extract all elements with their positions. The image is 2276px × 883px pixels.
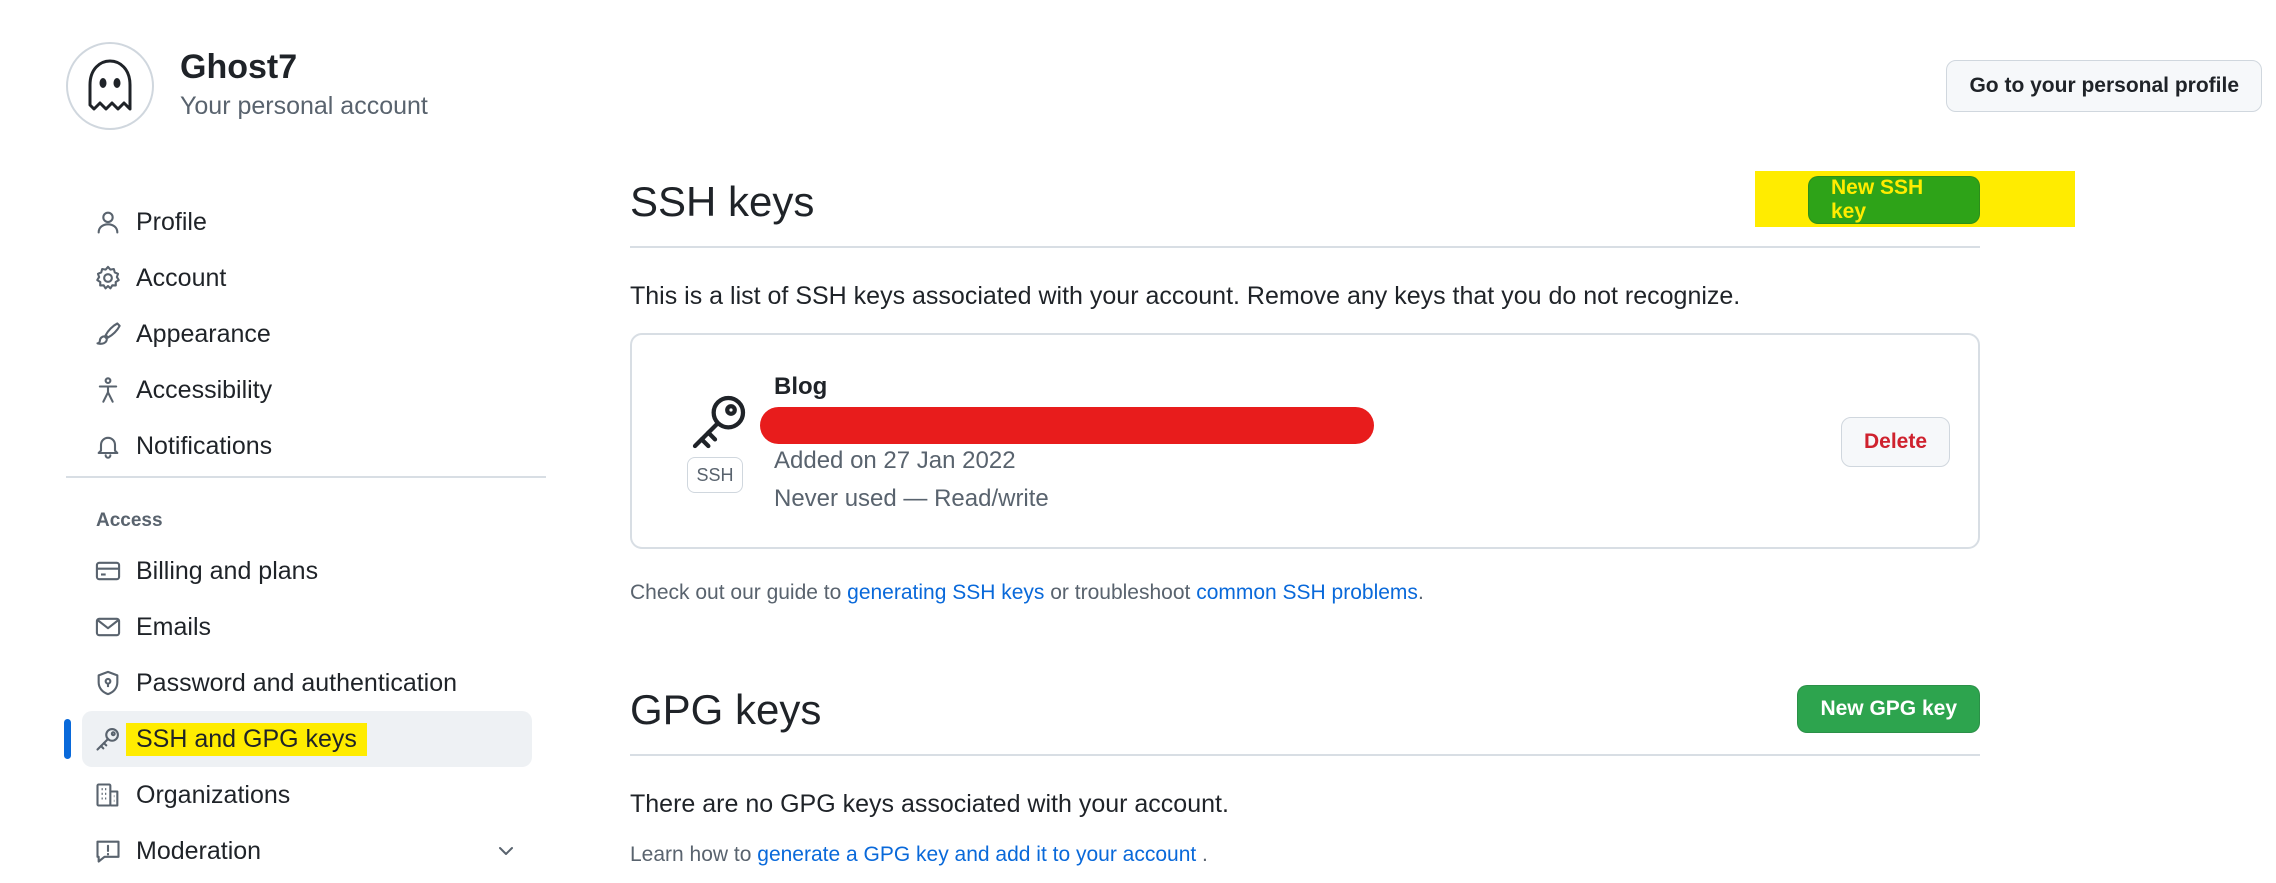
go-to-profile-button[interactable]: Go to your personal profile <box>1946 60 2262 112</box>
sidebar-item-accessibility[interactable]: Accessibility <box>82 362 530 418</box>
gear-icon <box>94 264 122 292</box>
ssh-key-title: Blog <box>774 373 828 400</box>
account-name: Ghost7 <box>180 48 298 86</box>
gpg-help-suffix: . <box>1196 843 1208 866</box>
account-subtitle: Your personal account <box>180 92 428 120</box>
sidebar-item-label: Profile <box>136 207 207 236</box>
sidebar-item-label: Emails <box>136 612 212 641</box>
sidebar-item-label: Accessibility <box>136 375 273 404</box>
organization-icon <box>94 781 122 809</box>
sidebar-item-account[interactable]: Account <box>82 250 530 306</box>
gpg-section-title: GPG keys <box>630 686 822 733</box>
ghost-icon <box>88 59 132 111</box>
ssh-description: This is a list of SSH keys associated wi… <box>630 282 1741 310</box>
ssh-section-divider <box>630 246 1980 248</box>
ssh-badge: SSH <box>687 457 743 493</box>
sidebar-item-label: Password and authentication <box>136 668 458 697</box>
ssh-key-usage: Never used — Read/write <box>774 485 1049 512</box>
chevron-down-icon[interactable] <box>494 839 518 863</box>
delete-ssh-key-button[interactable]: Delete <box>1840 417 1950 467</box>
ssh-key-added-date: Added on 27 Jan 2022 <box>774 447 1016 474</box>
key-icon <box>94 725 122 753</box>
sidebar-item-ssh-gpg-keys[interactable]: SSH and GPG keys <box>82 711 532 767</box>
ssh-help-text: Check out our guide to generating SSH ke… <box>630 581 1424 605</box>
gpg-help-prefix: Learn how to <box>630 843 758 866</box>
sidebar-item-label: Organizations <box>136 780 291 809</box>
sidebar-item-billing[interactable]: Billing and plans <box>82 543 530 599</box>
avatar[interactable] <box>66 42 154 130</box>
new-gpg-key-button[interactable]: New GPG key <box>1797 685 1980 733</box>
sidebar-item-label: Account <box>136 263 227 292</box>
mail-icon <box>94 613 122 641</box>
sidebar-item-emails[interactable]: Emails <box>82 599 530 655</box>
sidebar-section-access: Access <box>96 510 163 531</box>
bell-icon <box>94 432 122 460</box>
report-icon <box>94 837 122 865</box>
person-icon <box>94 208 122 236</box>
shield-lock-icon <box>94 669 122 697</box>
generate-gpg-key-link[interactable]: generate a GPG key and add it to your ac… <box>757 843 1196 866</box>
active-indicator <box>64 719 71 759</box>
credit-card-icon <box>94 557 122 585</box>
sidebar-item-label: Notifications <box>136 431 273 460</box>
ssh-help-suffix: . <box>1417 581 1424 604</box>
ssh-key-card: SSH Blog Added on 27 Jan 2022 Never used… <box>630 333 1980 549</box>
sidebar-item-appearance[interactable]: Appearance <box>82 306 530 362</box>
gpg-help-text: Learn how to generate a GPG key and add … <box>630 843 1208 867</box>
new-ssh-key-button[interactable]: New SSH key <box>1808 176 1980 224</box>
common-ssh-problems-link[interactable]: common SSH problems <box>1196 581 1418 604</box>
accessibility-icon <box>94 376 122 404</box>
redacted-fingerprint <box>760 407 1374 444</box>
paintbrush-icon <box>94 320 122 348</box>
ssh-section-title: SSH keys <box>630 178 815 225</box>
sidebar-item-label: Moderation <box>136 836 262 865</box>
sidebar-item-organizations[interactable]: Organizations <box>82 767 530 823</box>
sidebar-item-moderation[interactable]: Moderation <box>82 823 530 879</box>
gpg-description: There are no GPG keys associated with yo… <box>630 790 1229 818</box>
sidebar-item-profile[interactable]: Profile <box>82 194 530 250</box>
sidebar-divider <box>66 476 546 478</box>
ssh-help-prefix: Check out our guide to <box>630 581 848 604</box>
sidebar-item-label: Appearance <box>136 319 271 348</box>
sidebar-item-label: SSH and GPG keys <box>126 722 367 756</box>
sidebar-item-notifications[interactable]: Notifications <box>82 418 530 474</box>
gpg-section-divider <box>630 754 1980 756</box>
generating-ssh-keys-link[interactable]: generating SSH keys <box>847 581 1044 604</box>
sidebar-item-password[interactable]: Password and authentication <box>82 655 530 711</box>
key-icon <box>692 395 746 449</box>
sidebar-item-label: Billing and plans <box>136 556 319 585</box>
ssh-help-middle: or troubleshoot <box>1044 581 1197 604</box>
